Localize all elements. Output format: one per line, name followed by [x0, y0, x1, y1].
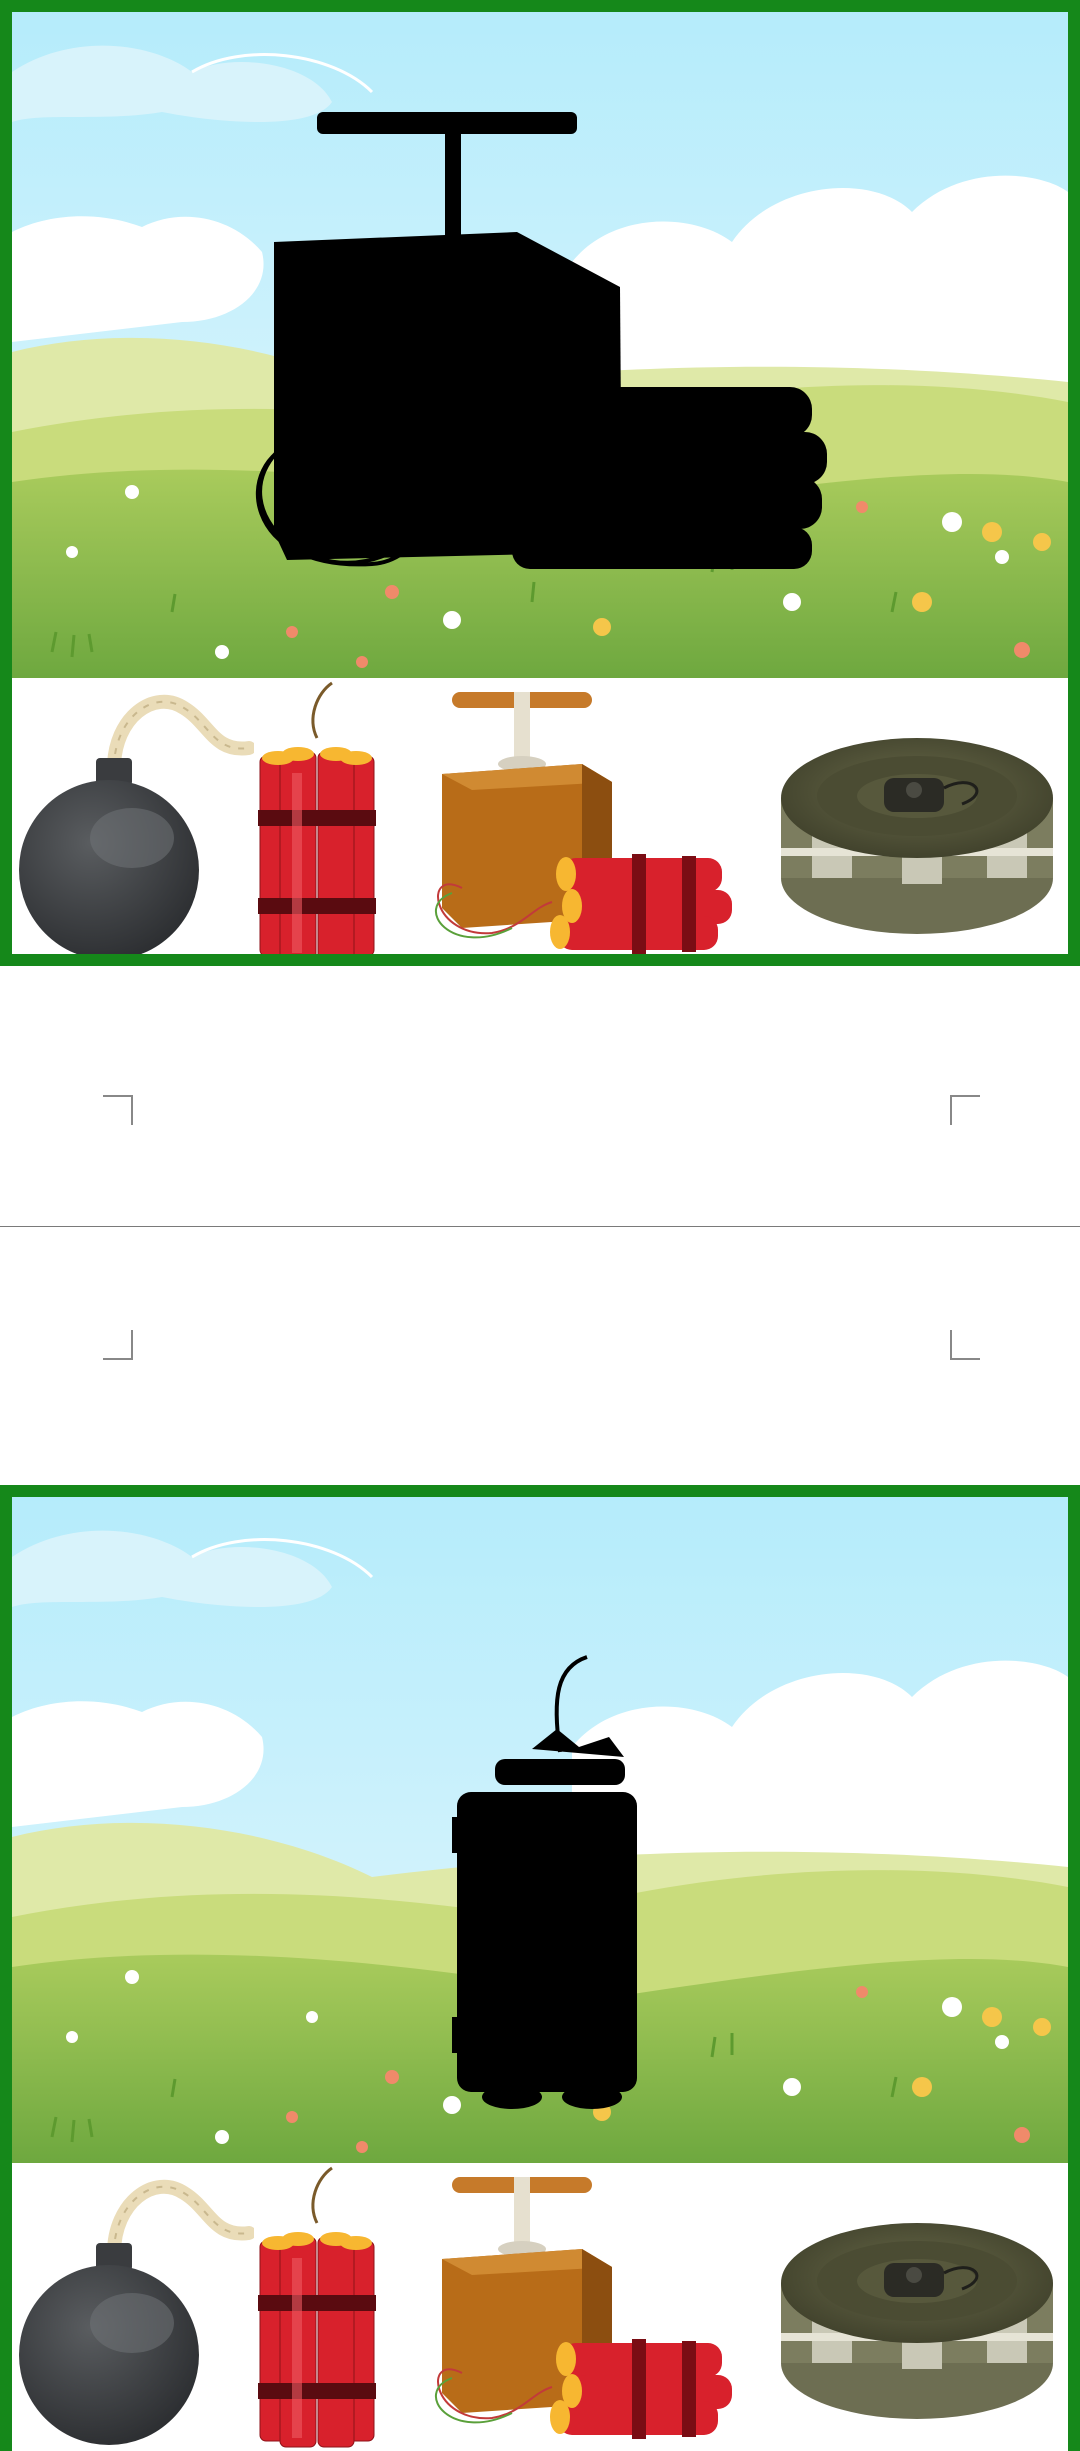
puzzle-card-2	[0, 1485, 1080, 2451]
option-landmine[interactable]	[772, 2163, 1062, 2451]
dynamite-silhouette	[452, 1655, 637, 2109]
option-detonator-box[interactable]	[432, 678, 752, 966]
crop-mark	[103, 1330, 133, 1360]
puzzle-scene	[12, 1497, 1068, 2163]
page-divider	[0, 1226, 1080, 1227]
option-dynamite-bundle[interactable]	[252, 678, 382, 966]
option-landmine[interactable]	[772, 678, 1062, 966]
crop-mark	[950, 1095, 980, 1125]
crop-mark	[103, 1095, 133, 1125]
puzzle-card-1	[0, 0, 1080, 966]
puzzle-scene	[12, 12, 1068, 678]
crop-mark	[950, 1330, 980, 1360]
detonator-silhouette	[255, 112, 827, 569]
option-dynamite-bundle[interactable]	[252, 2163, 382, 2451]
option-bomb[interactable]	[14, 2163, 214, 2451]
option-bomb[interactable]	[14, 678, 214, 966]
answer-options	[12, 2163, 1068, 2451]
answer-options	[12, 678, 1068, 966]
option-detonator-box[interactable]	[432, 2163, 752, 2451]
